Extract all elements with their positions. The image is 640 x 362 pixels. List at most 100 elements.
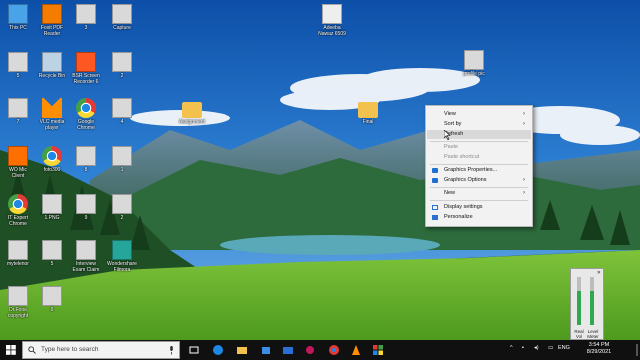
chrome-icon[interactable]: [328, 344, 340, 356]
desktop-icon-label: 6: [50, 307, 54, 313]
start-button[interactable]: [0, 340, 22, 360]
image-file-icon: [112, 146, 132, 166]
menu-item-label: New: [444, 190, 456, 196]
file-explorer-icon[interactable]: [236, 344, 248, 356]
desktop-icon[interactable]: 1.PNG: [34, 194, 70, 221]
intel-graphics-icon: [432, 168, 438, 173]
folder-icon: [182, 102, 202, 118]
desktop-icon-label: Interview Exam Claim: [72, 261, 100, 273]
desktop-icon[interactable]: 8: [68, 146, 104, 173]
desktop-icon[interactable]: foto300: [34, 146, 70, 173]
menu-item-display-settings[interactable]: Display settings: [427, 203, 531, 212]
app-tiles-icon[interactable]: [372, 344, 384, 356]
menu-item-new[interactable]: New ›: [427, 189, 531, 198]
desktop-icon[interactable]: mytelenor: [0, 240, 36, 267]
battery-icon[interactable]: ▭: [548, 345, 553, 351]
vlc-icon: [42, 98, 62, 118]
desktop-icon-label: This PC: [9, 25, 27, 31]
desktop-icon[interactable]: Dr.Fone copyright: [0, 286, 36, 319]
menu-separator: [430, 141, 528, 142]
desktop-icon[interactable]: 5: [34, 240, 70, 267]
desktop-icon[interactable]: 1: [104, 146, 140, 173]
desktop-icon[interactable]: profile pic: [456, 50, 492, 77]
menu-separator: [430, 200, 528, 201]
desktop-icon[interactable]: 6: [34, 286, 70, 313]
desktop-icon[interactable]: Adeeba Nawaz 6509: [314, 4, 350, 37]
desktop-icon-label: 8: [84, 167, 88, 173]
mouse-cursor-icon: [444, 130, 451, 140]
desktop-icon[interactable]: IT Expert Chrome: [0, 194, 36, 227]
microphone-icon[interactable]: [169, 346, 174, 355]
chevron-right-icon: ›: [523, 177, 525, 183]
speaker-icon[interactable]: ◂): [534, 345, 539, 351]
clock-date: 8/29/2021: [586, 349, 612, 355]
recorder-icon[interactable]: [304, 344, 316, 356]
menu-item-graphics-options[interactable]: Graphics Options ›: [427, 176, 531, 185]
desktop-icon[interactable]: VLC media player: [34, 98, 70, 131]
desktop-icon[interactable]: 9: [68, 194, 104, 221]
desktop-icon[interactable]: 2: [104, 194, 140, 221]
menu-item-label: Graphics Properties...: [444, 167, 498, 173]
image-file-icon: [76, 4, 96, 24]
edge-icon[interactable]: [212, 344, 224, 356]
close-icon[interactable]: ✕: [597, 270, 601, 276]
task-view-icon[interactable]: [188, 344, 200, 356]
display-icon: [432, 205, 438, 210]
image-file-icon: [112, 52, 132, 72]
menu-separator: [430, 164, 528, 165]
menu-item-view[interactable]: View ›: [427, 110, 531, 119]
desktop-icon-label: 5: [50, 261, 54, 267]
desktop-icon-label: foto300: [43, 167, 61, 173]
volume-slider[interactable]: [577, 277, 581, 325]
menu-item-refresh[interactable]: Refresh: [427, 130, 531, 139]
desktop-icon[interactable]: Recycle Bin: [34, 52, 70, 79]
mail-icon[interactable]: [282, 344, 294, 356]
document-icon: [322, 4, 342, 24]
desktop-icon[interactable]: Interview Exam Claim: [68, 240, 104, 273]
windows-logo-icon: [6, 345, 16, 355]
menu-item-paste-shortcut[interactable]: Paste shortcut: [427, 153, 531, 162]
desktop-icon[interactable]: 3: [68, 4, 104, 31]
menu-item-graphics-properties[interactable]: Graphics Properties...: [427, 166, 531, 175]
desktop-icon[interactable]: Wondershare Filmora: [104, 240, 140, 273]
language-indicator[interactable]: ENG: [558, 345, 570, 351]
chrome-icon: [8, 194, 28, 214]
network-icon[interactable]: ▪: [522, 345, 524, 351]
chrome-icon: [42, 146, 62, 166]
image-file-icon: [42, 194, 62, 214]
image-file-icon: [42, 286, 62, 306]
menu-item-paste[interactable]: Paste: [427, 143, 531, 152]
image-file-icon: [42, 240, 62, 260]
taskbar-search-box[interactable]: Type here to search: [22, 341, 180, 359]
desktop-icon-label: IT Expert Chrome: [7, 215, 29, 227]
desktop-icon[interactable]: 2: [104, 52, 140, 79]
menu-item-label: View: [444, 111, 456, 117]
computer-icon: [8, 4, 28, 24]
desktop-icon[interactable]: 7: [0, 98, 36, 125]
desktop-icon[interactable]: Capture: [104, 4, 140, 31]
show-desktop-button[interactable]: [636, 344, 638, 356]
desktop-icon[interactable]: This PC: [0, 4, 36, 31]
tray-chevron-up-icon[interactable]: ^: [510, 345, 513, 351]
desktop-icon-label: 2: [120, 215, 124, 221]
taskbar-clock[interactable]: 3:54 PM 8/29/2021: [582, 342, 616, 356]
desktop-icon[interactable]: 4: [104, 98, 140, 125]
recorder-icon: [76, 52, 96, 72]
desktop-icon-label: 3: [84, 25, 88, 31]
desktop-icon-label: 1.PNG: [44, 215, 60, 221]
intel-graphics-icon: [432, 178, 438, 183]
desktop-icon[interactable]: Final: [350, 98, 386, 125]
desktop-icon[interactable]: BSR Screen Recorder 6: [68, 52, 104, 85]
menu-item-label: Display settings: [444, 204, 483, 210]
desktop-icon[interactable]: WO Mic Client: [0, 146, 36, 179]
image-file-icon: [112, 4, 132, 24]
vlc-icon[interactable]: [350, 344, 362, 356]
desktop-icon[interactable]: Assignment: [174, 98, 210, 125]
store-icon[interactable]: [260, 344, 272, 356]
desktop-icon[interactable]: Google Chrome: [68, 98, 104, 131]
desktop-icon[interactable]: Foxit PDF Reader: [34, 4, 70, 37]
desktop-icon[interactable]: 5: [0, 52, 36, 79]
menu-item-sort-by[interactable]: Sort by ›: [427, 120, 531, 129]
recycle-bin-icon: [42, 52, 62, 72]
menu-item-personalize[interactable]: Personalize: [427, 213, 531, 222]
